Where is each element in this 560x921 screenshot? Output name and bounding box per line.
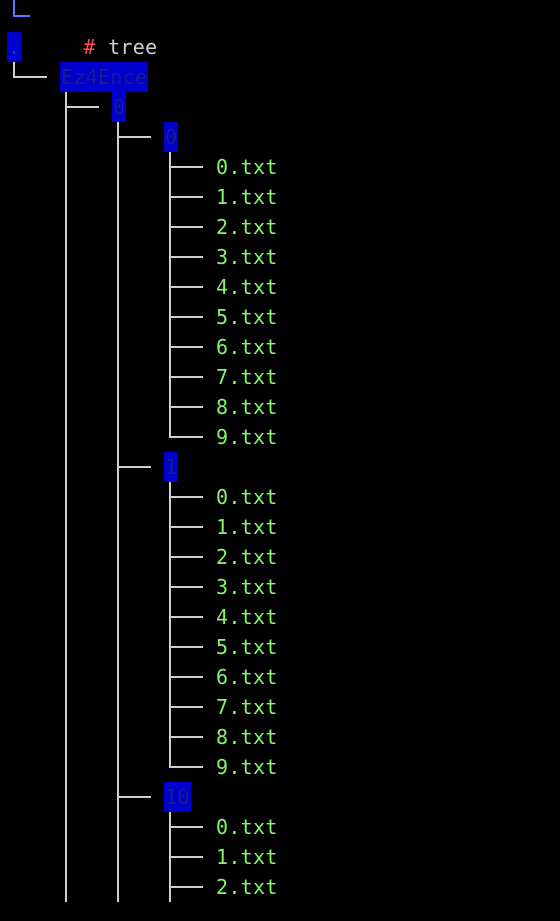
tree-file[interactable]: 1.txt <box>216 512 278 542</box>
tree-file[interactable]: 5.txt <box>216 302 278 332</box>
group-0-file-branches <box>170 166 203 408</box>
tree-top-dir[interactable]: Ez4Ence <box>60 62 149 92</box>
tree-file[interactable]: 4.txt <box>216 272 278 302</box>
tree-file[interactable]: 2.txt <box>216 542 278 572</box>
prompt-corner-line <box>13 0 30 17</box>
tree-file[interactable]: 3.txt <box>216 572 278 602</box>
group-1-vertical-line <box>169 482 203 768</box>
tree-group-dir[interactable]: 0 <box>164 122 179 152</box>
prompt-symbol: # <box>83 35 96 59</box>
tree-group-dir[interactable]: 10 <box>164 782 191 812</box>
tree-file[interactable]: 0.txt <box>216 482 278 512</box>
tree-file[interactable]: 5.txt <box>216 632 278 662</box>
tree-file[interactable]: 1.txt <box>216 842 278 872</box>
group-0-vertical-line <box>169 152 203 438</box>
tree-connector-lines <box>13 0 203 902</box>
tree-file[interactable]: 4.txt <box>216 602 278 632</box>
tree-file[interactable]: 0.txt <box>216 152 278 182</box>
tree-file[interactable]: 3.txt <box>216 242 278 272</box>
tree-level1-dir[interactable]: 0 <box>112 92 127 122</box>
tree-file[interactable]: 8.txt <box>216 392 278 422</box>
tree-root-dir[interactable]: . <box>7 32 21 62</box>
tree-group-dir[interactable]: 1 <box>164 452 179 482</box>
tree-file[interactable]: 1.txt <box>216 182 278 212</box>
prompt-line: # tree <box>34 2 157 59</box>
tree-file[interactable]: 0.txt <box>216 812 278 842</box>
tree-file[interactable]: 7.txt <box>216 362 278 392</box>
prompt-command: tree <box>108 35 158 59</box>
tree-file[interactable]: 9.txt <box>216 752 278 782</box>
tree-file[interactable]: 9.txt <box>216 422 278 452</box>
tree-file[interactable]: 6.txt <box>216 332 278 362</box>
tree-file[interactable]: 8.txt <box>216 722 278 752</box>
tree-file[interactable]: 2.txt <box>216 212 278 242</box>
tree-file[interactable]: 2.txt <box>216 872 278 902</box>
tree-file[interactable]: 7.txt <box>216 692 278 722</box>
tree-file[interactable]: 6.txt <box>216 662 278 692</box>
group-2-file-branches <box>170 826 203 888</box>
terminal-window: # tree . Ez4Ence 0 0 0.txt 1.txt 2.txt 3… <box>0 0 560 921</box>
group-1-file-branches <box>170 496 203 738</box>
